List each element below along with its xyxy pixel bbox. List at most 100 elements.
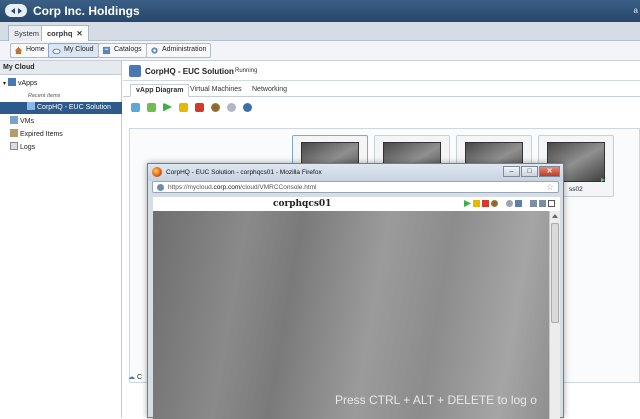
administration-button[interactable]: Administration (146, 43, 212, 58)
tree-item-vapps-label: vApps (17, 80, 38, 87)
console-controls (464, 200, 555, 207)
my-cloud-label: My Cloud (64, 46, 94, 53)
header-user-text[interactable]: a (634, 6, 638, 15)
url-prefix: https://mycloud. (168, 184, 214, 191)
app-header: Corp Inc. Holdings a (0, 0, 640, 22)
tab-corphq-label: corphq (47, 29, 73, 38)
cloud-icon (52, 48, 61, 55)
url-suffix: /cloud/VMRCConsole.html (240, 184, 317, 191)
add-network-icon[interactable] (147, 102, 156, 112)
gear-icon[interactable] (243, 102, 252, 112)
add-vm-icon[interactable] (131, 102, 140, 112)
log-icon (10, 142, 18, 150)
scrollbar-thumb[interactable] (551, 223, 559, 323)
vm-power-icon (601, 178, 605, 182)
network-icon: ☁ (128, 374, 135, 381)
console-titlebar[interactable]: CorpHQ - EUC Solution - corphqcs01 - Moz… (148, 164, 563, 181)
power-on-icon[interactable] (163, 102, 172, 112)
site-icon (157, 184, 164, 191)
suspend-icon[interactable] (179, 102, 188, 112)
back-arrow-icon[interactable] (10, 7, 15, 14)
tree-item-logs[interactable]: Logs (10, 142, 35, 154)
tab-virtual-machines[interactable]: Virtual Machines (185, 84, 247, 97)
catalogs-label: Catalogs (114, 46, 142, 53)
power-off-icon[interactable] (482, 200, 489, 207)
tab-networking[interactable]: Networking (247, 84, 292, 97)
console-toolbar: corphqcs01 (153, 197, 560, 211)
window-controls: – □ ✕ (503, 166, 560, 177)
home-label: Home (26, 46, 45, 53)
tree-item-logs-label: Logs (20, 144, 36, 151)
bookmark-star-icon[interactable]: ☆ (546, 182, 554, 193)
vm-icon (10, 116, 18, 124)
forward-arrow-icon[interactable] (17, 7, 22, 14)
url-domain: corp.com (213, 184, 241, 191)
hourglass-icon (10, 129, 18, 137)
tab-vapp-diagram[interactable]: vApp Diagram (130, 84, 190, 97)
console-login-message: Press CTRL + ALT + DELETE to log o (335, 393, 537, 407)
vapp-header: CorpHQ - EUC Solution Running (123, 61, 640, 81)
tab-corphq[interactable]: corphq ✕ (41, 25, 89, 42)
close-tab-icon[interactable]: ✕ (76, 29, 82, 38)
pin-icon[interactable] (548, 200, 555, 207)
suspend-icon[interactable] (473, 200, 480, 207)
scroll-up-icon[interactable] (552, 214, 558, 218)
nav-arrows[interactable] (5, 4, 27, 17)
separator (500, 200, 504, 207)
console-window-title: CorpHQ - EUC Solution - corphqcs01 - Moz… (166, 169, 322, 176)
vapp-icon (27, 102, 35, 110)
tree-item-expired-label: Expired Items (20, 131, 63, 138)
cd-icon[interactable] (506, 200, 513, 207)
vapp-action-bar (131, 101, 252, 113)
vapp-icon (7, 78, 16, 86)
network-row: ☁ C (128, 373, 142, 381)
ctrl-alt-del-icon[interactable] (530, 200, 537, 207)
reset-icon[interactable] (491, 200, 498, 207)
app-title: Corp Inc. Holdings (33, 4, 140, 18)
reset-icon[interactable] (211, 102, 220, 112)
tree-item-vms[interactable]: VMs (10, 116, 34, 128)
tree-item-vms-label: VMs (20, 118, 34, 125)
tree-item-expired-items[interactable]: Expired Items (10, 129, 63, 141)
expand-arrow-icon[interactable]: ▾ (3, 81, 6, 87)
vm-console-window: CorpHQ - EUC Solution - corphqcs01 - Moz… (147, 163, 564, 419)
tree-item-corphq-label: CorpHQ - EUC Solution (37, 104, 111, 111)
url-text: https://mycloud.corp.com/cloud/VMRCConso… (168, 184, 317, 191)
vapp-title: CorpHQ - EUC Solution (145, 67, 234, 76)
recent-items-label: Recent Items (28, 93, 61, 99)
snapshot-icon[interactable] (227, 102, 236, 112)
address-bar[interactable]: https://mycloud.corp.com/cloud/VMRCConso… (152, 181, 559, 193)
vapp-large-icon (129, 65, 141, 77)
admin-icon (151, 47, 158, 54)
console-vertical-scrollbar[interactable] (549, 211, 560, 419)
separator (524, 200, 528, 207)
tab-system-label: System (14, 29, 40, 38)
tree-item-corphq-euc-solution[interactable]: CorpHQ - EUC Solution (0, 102, 122, 114)
main-toolbar: Home My Cloud Catalogs Administration (0, 41, 640, 61)
vm-label: ss02 (569, 186, 583, 193)
vm-console-screen[interactable]: Press CTRL + ALT + DELETE to log o (153, 211, 549, 419)
left-pane-header: My Cloud (0, 61, 121, 75)
left-navigation-pane: My Cloud ▾ vApps Recent Items CorpHQ - E… (0, 61, 122, 418)
firefox-icon (152, 167, 162, 177)
home-icon (14, 46, 23, 55)
tree-item-vapps[interactable]: ▾ vApps (3, 78, 37, 90)
tab-system[interactable]: System (8, 25, 46, 41)
home-button[interactable]: Home (10, 43, 50, 58)
power-off-icon[interactable] (195, 102, 204, 112)
vapp-status: Running (235, 68, 258, 74)
minimize-button[interactable]: – (503, 166, 520, 177)
fullscreen-icon[interactable] (539, 200, 546, 207)
administration-label: Administration (162, 46, 207, 53)
org-tab-strip: System corphq ✕ (0, 22, 640, 42)
catalog-icon (102, 46, 111, 55)
floppy-icon[interactable] (515, 200, 522, 207)
vapp-tabs: vApp Diagram Virtual Machines Networking (123, 81, 640, 97)
maximize-button[interactable]: □ (521, 166, 538, 177)
catalogs-button[interactable]: Catalogs (98, 43, 147, 58)
my-cloud-button[interactable]: My Cloud (48, 43, 99, 58)
console-hostname: corphqcs01 (273, 199, 332, 209)
network-label: C (136, 374, 143, 381)
power-on-icon[interactable] (464, 200, 471, 207)
close-window-button[interactable]: ✕ (539, 166, 560, 177)
